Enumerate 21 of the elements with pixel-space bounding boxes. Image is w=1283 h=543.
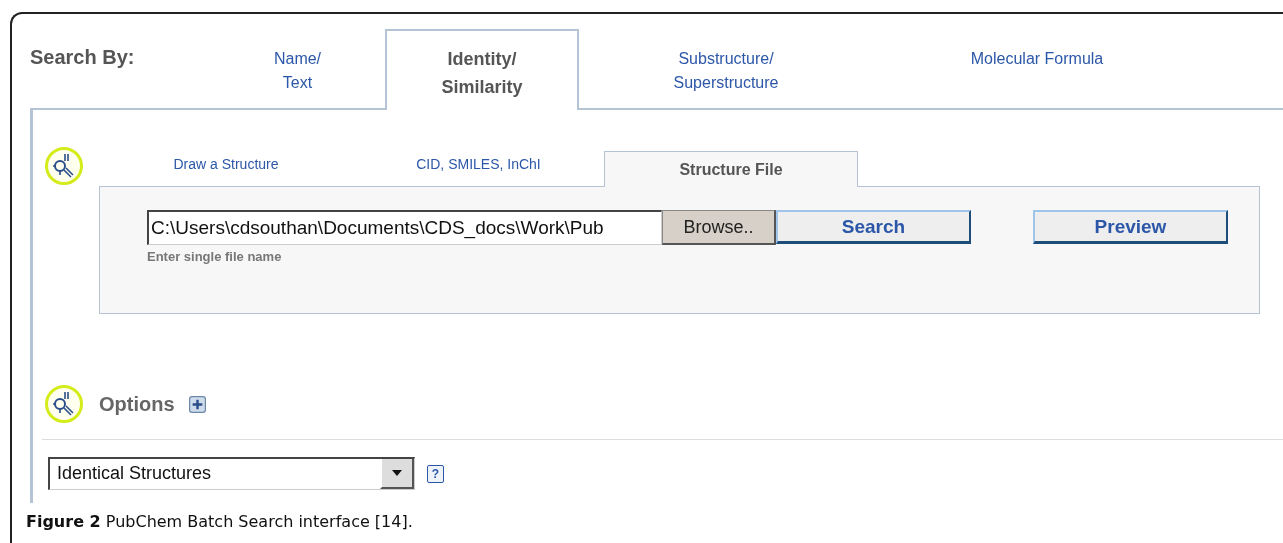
search-type-dropdown[interactable]: Identical Structures (48, 457, 415, 490)
input-tab[interactable]: Structure File (604, 151, 858, 187)
search-tab[interactable]: Identity/ Similarity (385, 29, 579, 110)
search-by-label: Search By: (29, 46, 136, 69)
search-tab[interactable]: Molecular Formula (873, 29, 1201, 108)
input-tab[interactable]: Draw a Structure (99, 151, 353, 186)
input-tab[interactable]: CID, SMILES, InChI (353, 151, 604, 186)
caret-icon (392, 470, 402, 476)
action-button[interactable]: Preview (1033, 210, 1228, 244)
expand-icon[interactable] (188, 395, 206, 413)
help-button[interactable]: ? (427, 464, 444, 483)
search-tab[interactable]: Name/ Text (210, 29, 385, 108)
file-path-field[interactable]: C:\Users\cdsouthan\Documents\CDS_docs\Work\Pub (147, 210, 662, 245)
field-hint: Enter single file name (147, 249, 283, 264)
action-button[interactable]: Search (776, 210, 971, 244)
figure-caption: Figure 2 PubChem Batch Search interface [14]. (26, 512, 413, 531)
magnifier-icon (44, 146, 84, 186)
search-tab[interactable]: Substructure/ Superstructure (579, 29, 873, 108)
options-heading: Options (99, 392, 175, 416)
browse-button[interactable]: Browse.. (662, 210, 776, 245)
magnifier-icon (44, 384, 84, 424)
